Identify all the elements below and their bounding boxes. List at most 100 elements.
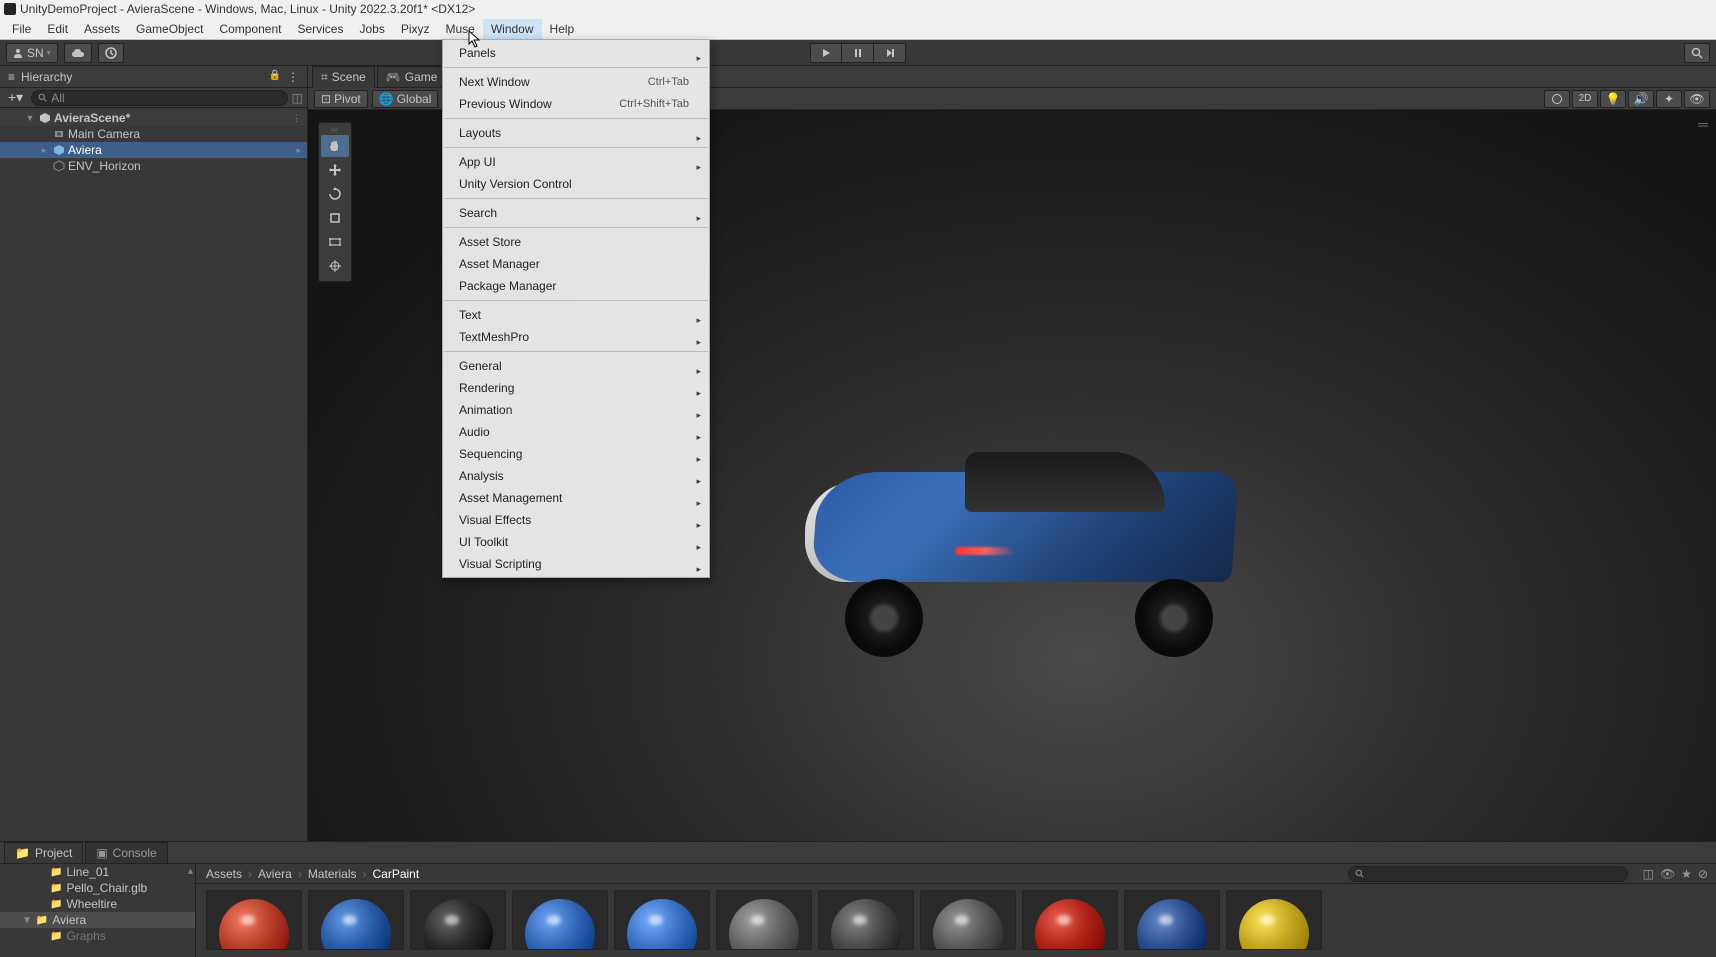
menu-item-sequencing[interactable]: Sequencing	[443, 443, 709, 465]
history-button[interactable]	[98, 43, 124, 63]
menu-item-layouts[interactable]: Layouts	[443, 122, 709, 144]
tab-scene[interactable]: ⌗ Scene	[312, 66, 375, 88]
folder-row[interactable]: 📁Line_01	[0, 864, 195, 880]
menu-item-audio[interactable]: Audio	[443, 421, 709, 443]
menu-item-analysis[interactable]: Analysis	[443, 465, 709, 487]
menu-file[interactable]: File	[4, 19, 39, 39]
scroll-up-icon[interactable]: ▴	[188, 866, 193, 877]
hierarchy-search[interactable]: All	[31, 90, 287, 106]
material-thumbnail[interactable]	[920, 890, 1016, 950]
lock-icon[interactable]: 🔒	[269, 70, 281, 84]
menu-item-asset-manager[interactable]: Asset Manager	[443, 253, 709, 275]
menu-item-package-manager[interactable]: Package Manager	[443, 275, 709, 297]
menu-assets[interactable]: Assets	[76, 19, 128, 39]
2d-toggle[interactable]: 2D	[1572, 90, 1598, 108]
overlay-drag-handle[interactable]: ═	[321, 127, 347, 133]
material-thumbnail[interactable]	[206, 890, 302, 950]
search-toolbar-button[interactable]	[1684, 43, 1710, 63]
menu-services[interactable]: Services	[289, 19, 351, 39]
star-icon[interactable]: ★	[1681, 867, 1692, 881]
shading-mode-dropdown[interactable]	[1544, 90, 1570, 108]
tab-game[interactable]: 🎮 Game	[377, 66, 447, 87]
lighting-toggle[interactable]: 💡	[1600, 90, 1626, 108]
hierarchy-item[interactable]: ▸Aviera▸	[0, 142, 307, 158]
menu-item-panels[interactable]: Panels	[443, 42, 709, 64]
breadcrumb-segment[interactable]: Assets	[206, 867, 242, 881]
scene-row[interactable]: ▼ AvieraScene* ⋮	[0, 110, 307, 126]
scale-tool[interactable]	[321, 207, 349, 229]
folder-row[interactable]: ▼📁Aviera	[0, 912, 195, 928]
step-button[interactable]	[874, 43, 906, 63]
scene-menu-icon[interactable]: ⋮	[292, 113, 301, 124]
expand-toggle[interactable]: ▼	[22, 915, 32, 926]
folder-row[interactable]: 📁Pello_Chair.glb	[0, 880, 195, 896]
menu-muse[interactable]: Muse	[438, 19, 483, 39]
menu-help[interactable]: Help	[542, 19, 583, 39]
transform-tool[interactable]	[321, 255, 349, 277]
project-search[interactable]	[1348, 866, 1628, 882]
tab-project[interactable]: 📁 Project	[4, 842, 83, 863]
material-thumbnail[interactable]	[818, 890, 914, 950]
folder-row[interactable]: 📁Graphs	[0, 928, 195, 944]
move-tool[interactable]	[321, 159, 349, 181]
material-thumbnail[interactable]	[512, 890, 608, 950]
menu-item-previous-window[interactable]: Previous WindowCtrl+Shift+Tab	[443, 93, 709, 115]
menu-jobs[interactable]: Jobs	[351, 19, 392, 39]
filter-button[interactable]: ◫	[292, 91, 303, 105]
menu-item-animation[interactable]: Animation	[443, 399, 709, 421]
menu-item-visual-scripting[interactable]: Visual Scripting	[443, 553, 709, 575]
menu-item-general[interactable]: General	[443, 355, 709, 377]
material-thumbnail[interactable]	[1124, 890, 1220, 950]
menu-item-next-window[interactable]: Next WindowCtrl+Tab	[443, 71, 709, 93]
audio-toggle[interactable]: 🔊	[1628, 90, 1654, 108]
menu-item-unity-version-control[interactable]: Unity Version Control	[443, 173, 709, 195]
account-dropdown[interactable]: SN	[6, 43, 58, 63]
breadcrumb-segment[interactable]: CarPaint	[373, 867, 420, 881]
rect-tool[interactable]	[321, 231, 349, 253]
hand-tool[interactable]	[321, 135, 349, 157]
menu-item-search[interactable]: Search	[443, 202, 709, 224]
menu-item-app-ui[interactable]: App UI	[443, 151, 709, 173]
play-button[interactable]	[810, 43, 842, 63]
folder-row[interactable]: 📁Wheeltire	[0, 896, 195, 912]
hidden-icon[interactable]: ⊘	[1698, 867, 1708, 881]
cloud-button[interactable]	[64, 43, 92, 63]
material-thumbnail[interactable]	[1022, 890, 1118, 950]
hierarchy-item[interactable]: Main Camera	[0, 126, 307, 142]
material-thumbnail[interactable]	[1226, 890, 1322, 950]
menu-edit[interactable]: Edit	[39, 19, 76, 39]
hierarchy-item[interactable]: ENV_Horizon	[0, 158, 307, 174]
expand-toggle[interactable]: ▼	[24, 113, 36, 123]
material-thumbnail[interactable]	[308, 890, 404, 950]
menu-window[interactable]: Window	[483, 19, 542, 39]
gameobject-icon	[52, 127, 66, 141]
fx-dropdown[interactable]: ✦	[1656, 90, 1682, 108]
rotate-tool[interactable]	[321, 183, 349, 205]
menu-item-rendering[interactable]: Rendering	[443, 377, 709, 399]
menu-item-ui-toolkit[interactable]: UI Toolkit	[443, 531, 709, 553]
menu-item-text[interactable]: Text	[443, 304, 709, 326]
breadcrumb-segment[interactable]: Aviera	[258, 867, 292, 881]
breadcrumb-segment[interactable]: Materials	[308, 867, 357, 881]
pause-button[interactable]	[842, 43, 874, 63]
add-button[interactable]: +▾	[4, 89, 27, 106]
gizmo-toggle[interactable]: 👁	[1684, 90, 1710, 108]
global-dropdown[interactable]: 🌐 Global	[372, 90, 439, 108]
menu-item-textmeshpro[interactable]: TextMeshPro	[443, 326, 709, 348]
expand-toggle[interactable]: ▸	[38, 145, 50, 156]
menu-item-asset-store[interactable]: Asset Store	[443, 231, 709, 253]
material-thumbnail[interactable]	[614, 890, 710, 950]
menu-pixyz[interactable]: Pixyz	[393, 19, 438, 39]
menu-item-asset-management[interactable]: Asset Management	[443, 487, 709, 509]
panel-menu-icon[interactable]: ⋮	[287, 70, 299, 84]
eye-icon[interactable]: 👁	[1660, 867, 1675, 881]
menu-item-visual-effects[interactable]: Visual Effects	[443, 509, 709, 531]
menu-gameobject[interactable]: GameObject	[128, 19, 211, 39]
pivot-dropdown[interactable]: ⊡ Pivot	[314, 90, 368, 108]
filter-icon[interactable]: ◫	[1643, 867, 1654, 881]
menu-component[interactable]: Component	[211, 19, 289, 39]
tab-console[interactable]: ▣ Console	[85, 842, 167, 863]
viewport-menu-icon[interactable]: ═	[1698, 116, 1708, 132]
material-thumbnail[interactable]	[716, 890, 812, 950]
material-thumbnail[interactable]	[410, 890, 506, 950]
